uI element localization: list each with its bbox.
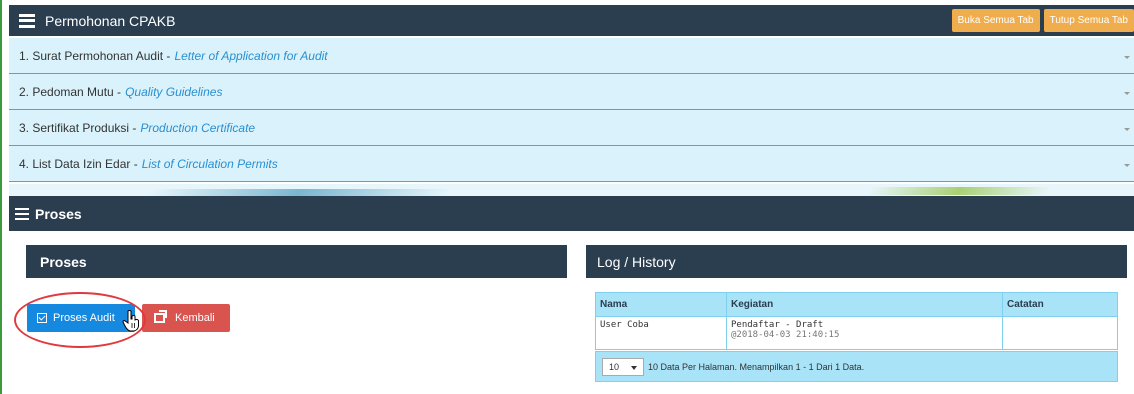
chevron-down-icon <box>1124 56 1130 59</box>
back-label: Kembali <box>175 312 215 324</box>
accordion-item-circulation-permits[interactable]: 4. List Data Izin Edar - List of Circula… <box>9 146 1134 182</box>
annotation-circle <box>14 292 146 348</box>
proses-section-header: Proses <box>9 196 1134 231</box>
log-history-table: Nama Kegiatan Catatan User Coba Pendafta… <box>595 292 1118 350</box>
header-actions: Buka Semua Tab Tutup Semua Tab <box>951 9 1134 32</box>
cell-catatan <box>1002 316 1118 350</box>
close-all-tabs-button[interactable]: Tutup Semua Tab <box>1043 9 1134 32</box>
chevron-down-icon <box>1124 128 1130 131</box>
page-size-value: 10 <box>609 361 620 372</box>
accordion-item-quality-guidelines[interactable]: 2. Pedoman Mutu - Quality Guidelines <box>9 74 1134 110</box>
document-accordion: 1. Surat Permohonan Audit - Letter of Ap… <box>9 38 1134 182</box>
activity-timestamp: @2018-04-03 21:40:15 <box>731 330 840 340</box>
back-button[interactable]: Kembali <box>142 304 230 332</box>
page-header: Permohonan CPAKB Buka Semua Tab Tutup Se… <box>9 5 1134 36</box>
external-link-icon <box>154 310 167 323</box>
column-header-catatan: Catatan <box>1002 292 1118 317</box>
decorative-swoosh <box>9 184 1134 196</box>
table-row: User Coba Pendaftar - Draft @2018-04-03 … <box>595 316 1118 350</box>
proses-panel-title: Proses <box>26 245 567 278</box>
table-header-row: Nama Kegiatan Catatan <box>595 292 1118 317</box>
accordion-item-english: List of Circulation Permits <box>141 156 278 171</box>
section-title: Proses <box>35 205 82 222</box>
hamburger-icon <box>15 207 29 220</box>
page-size-select[interactable]: 10 <box>602 357 644 376</box>
accordion-item-application-letter[interactable]: 1. Surat Permohonan Audit - Letter of Ap… <box>9 38 1134 74</box>
chevron-down-icon <box>1124 92 1130 95</box>
cell-kegiatan: Pendaftar - Draft @2018-04-03 21:40:15 <box>726 316 1003 350</box>
column-header-nama: Nama <box>595 292 727 317</box>
column-header-kegiatan: Kegiatan <box>726 292 1003 317</box>
accordion-item-english: Quality Guidelines <box>125 84 223 99</box>
page-title: Permohonan CPAKB <box>45 12 176 29</box>
open-all-tabs-button[interactable]: Buka Semua Tab <box>951 9 1040 32</box>
log-history-panel-title: Log / History <box>586 245 1127 278</box>
accordion-item-english: Letter of Application for Audit <box>174 48 328 63</box>
accordion-item-production-certificate[interactable]: 3. Sertifikat Produksi - Production Cert… <box>9 110 1134 146</box>
chevron-down-icon <box>1124 164 1130 167</box>
accordion-item-label: 3. Sertifikat Produksi - <box>19 120 137 135</box>
accordion-item-label: 1. Surat Permohonan Audit - <box>19 48 171 63</box>
accordion-item-label: 2. Pedoman Mutu - <box>19 84 122 99</box>
activity-text: Pendaftar - Draft <box>731 320 824 330</box>
table-pagination-footer: 10 10 Data Per Halaman. Menampilkan 1 - … <box>595 351 1118 382</box>
accordion-item-label: 4. List Data Izin Edar - <box>19 156 138 171</box>
pagination-info: 10 Data Per Halaman. Menampilkan 1 - 1 D… <box>648 361 865 372</box>
accordion-item-english: Production Certificate <box>140 120 256 135</box>
dropdown-arrow-icon <box>631 365 637 370</box>
cell-nama: User Coba <box>595 316 727 350</box>
list-icon <box>19 13 35 28</box>
